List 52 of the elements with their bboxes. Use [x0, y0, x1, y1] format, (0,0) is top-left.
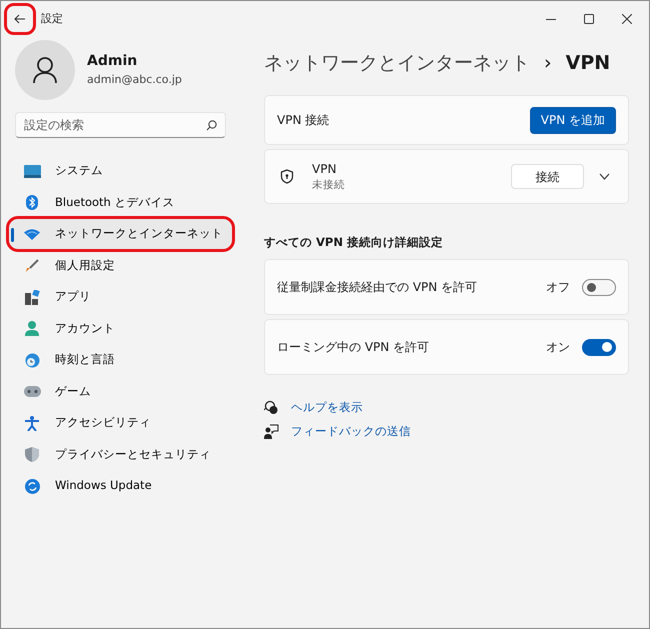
section-heading: すべての VPN 接続向け詳細設定	[264, 234, 444, 251]
accessibility-icon	[23, 416, 41, 430]
update-icon	[23, 478, 41, 494]
brush-icon	[23, 258, 41, 272]
help-icon	[264, 400, 279, 416]
account-email: admin@abc.co.jp	[87, 72, 182, 88]
wifi-icon	[23, 228, 41, 240]
setting-label: VPN 接続	[277, 112, 330, 129]
setting-label: ローミング中の VPN を許可	[277, 339, 430, 356]
account-name: Admin	[87, 52, 138, 72]
shield-icon	[280, 169, 294, 184]
window-title: 設定	[41, 10, 63, 27]
sidebar-item[interactable]: アカウント	[9, 314, 232, 344]
sidebar-item[interactable]: システム	[9, 156, 232, 186]
setting-label: 従量制課金接続経由での VPN を許可	[277, 279, 478, 296]
sidebar-item[interactable]: プライバシーとセキュリティ	[9, 440, 232, 470]
toggle-switch[interactable]	[582, 338, 616, 356]
vpn-name: VPN	[312, 160, 338, 178]
back-arrow-icon	[14, 14, 26, 24]
vpn-status: 未接続	[312, 178, 345, 193]
clock-globe-icon	[23, 352, 41, 368]
toggle-state-text: オフ	[546, 279, 570, 296]
search-field[interactable]: 設定の検索	[15, 112, 226, 138]
search-icon	[206, 120, 217, 131]
monitor-icon	[23, 164, 41, 178]
person-icon	[23, 321, 41, 336]
close-icon	[622, 14, 632, 24]
sidebar-item[interactable]: 個人用設定	[9, 250, 232, 280]
breadcrumb-parent[interactable]: ネットワークとインターネット	[264, 48, 530, 78]
maximize-icon	[584, 14, 594, 24]
shield-icon	[23, 447, 41, 462]
sidebar-item[interactable]: 時刻と言語	[9, 345, 232, 375]
connect-button[interactable]: 接続	[511, 164, 584, 189]
add-vpn-button[interactable]: VPN を追加	[530, 106, 616, 134]
breadcrumb-separator: ›	[544, 50, 552, 76]
chevron-icon	[598, 173, 610, 180]
sidebar-item[interactable]: ゲーム	[9, 376, 232, 406]
gamepad-icon	[23, 386, 41, 397]
help-link[interactable]: ヘルプを表示	[291, 399, 363, 416]
sidebar-item[interactable]: アプリ	[9, 282, 232, 312]
sidebar-item[interactable]: アクセシビリティ	[9, 408, 232, 438]
sidebar-item[interactable]: Windows Update	[9, 471, 232, 501]
sidebar-item[interactable]: ネットワークとインターネット	[9, 219, 232, 249]
bluetooth-icon	[23, 195, 41, 210]
toggle-switch[interactable]	[582, 278, 616, 296]
feedback-icon	[264, 424, 279, 439]
selection-indicator	[11, 228, 14, 242]
toggle-state-text: オン	[546, 339, 570, 356]
page-title: VPN	[566, 50, 610, 76]
back-button[interactable]	[7, 6, 33, 32]
apps-icon	[23, 290, 41, 304]
help-link[interactable]: フィードバックの送信	[291, 422, 411, 440]
